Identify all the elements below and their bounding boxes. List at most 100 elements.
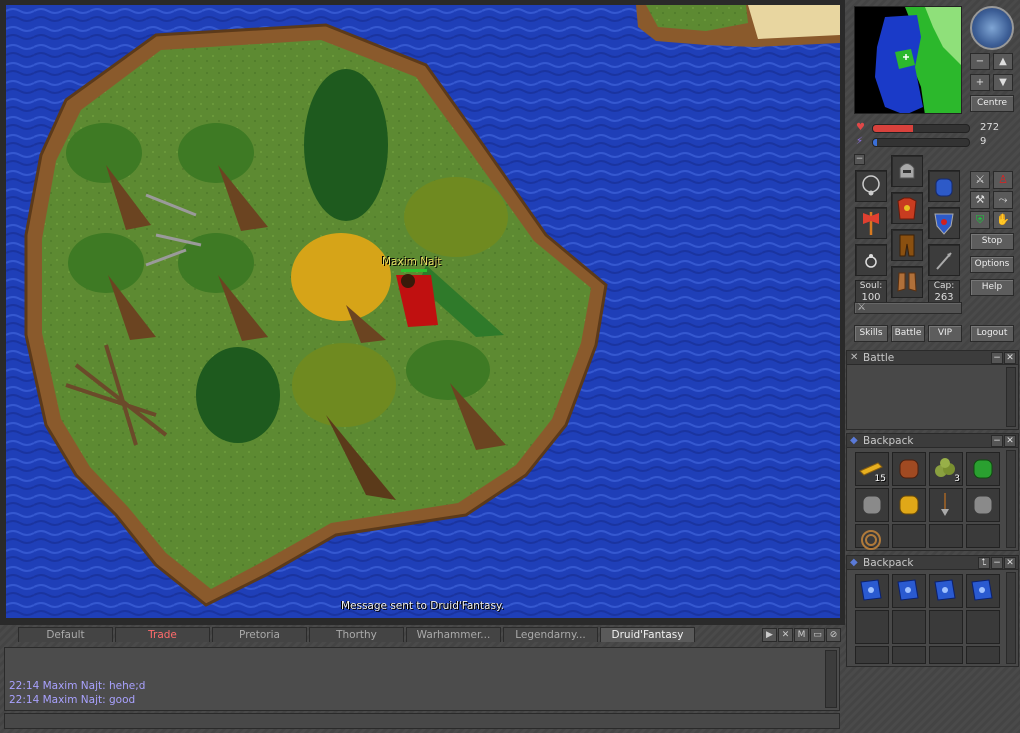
backpack-item-slot[interactable] xyxy=(855,646,889,664)
battle-button[interactable]: Battle xyxy=(891,325,925,342)
zoom-in-icon[interactable]: + xyxy=(970,74,990,91)
close-channel-button[interactable]: ✕ xyxy=(778,628,793,642)
player-health-bar xyxy=(401,269,427,272)
options-button[interactable]: Options xyxy=(970,256,1014,273)
open-channel-button[interactable]: ▭ xyxy=(810,628,825,642)
blue-rune-icon xyxy=(971,579,993,601)
next-channel-button[interactable]: ▶ xyxy=(762,628,777,642)
vip-button[interactable]: VIP xyxy=(928,325,962,342)
floor-up-icon[interactable]: ▲ xyxy=(993,53,1013,70)
close-icon[interactable]: ✕ xyxy=(1004,435,1016,447)
floor-down-icon[interactable]: ▼ xyxy=(993,74,1013,91)
player-name-label: Maxim Najt xyxy=(382,256,442,268)
secure-mode-icon[interactable]: ✋ xyxy=(993,211,1013,229)
backpack-item-slot[interactable] xyxy=(855,488,889,522)
backpack-scrollbar[interactable] xyxy=(1006,450,1016,548)
backpack-item-slot[interactable] xyxy=(892,452,926,486)
backpack-item-slot[interactable] xyxy=(892,574,926,608)
chat-scrollbar[interactable] xyxy=(825,650,837,708)
backpack-item-slot[interactable] xyxy=(966,610,1000,644)
weapon-slot[interactable] xyxy=(855,207,887,239)
help-button[interactable]: Help xyxy=(970,279,1014,296)
helmet-slot[interactable] xyxy=(891,155,923,187)
battle-scrollbar[interactable] xyxy=(1006,367,1016,427)
chat-tab-warhammer[interactable]: Warhammer... xyxy=(406,627,501,642)
backpack-titlebar[interactable]: ◆ Backpack ⮤ − ✕ xyxy=(847,556,1018,570)
ammo-slot[interactable] xyxy=(928,244,960,276)
chat-tab-default[interactable]: Default xyxy=(18,627,113,642)
backpack-item-slot[interactable] xyxy=(929,524,963,548)
compass-icon[interactable] xyxy=(970,6,1014,50)
legs-icon xyxy=(899,234,915,257)
player-health-fill xyxy=(401,269,427,272)
backpack-item-slot[interactable]: 15 xyxy=(855,452,889,486)
mana-row: ⚡ 9 xyxy=(854,136,1014,148)
close-icon[interactable]: ✕ xyxy=(1004,557,1016,569)
olive-tree[interactable] xyxy=(404,177,508,257)
centre-button[interactable]: Centre xyxy=(970,95,1014,112)
minimize-icon[interactable]: − xyxy=(991,557,1003,569)
minimap[interactable] xyxy=(854,6,962,114)
backpack-item-slot[interactable] xyxy=(929,488,963,522)
defensive-mode-icon[interactable]: ⛨ xyxy=(970,211,990,229)
backpack-item-slot[interactable] xyxy=(892,646,926,664)
chat-tab-thorthy[interactable]: Thorthy xyxy=(309,627,404,642)
stop-button[interactable]: Stop xyxy=(970,233,1014,250)
backpack-item-slot[interactable] xyxy=(892,488,926,522)
minimize-icon[interactable]: − xyxy=(991,435,1003,447)
backpack-titlebar[interactable]: ◆ Backpack − ✕ xyxy=(847,434,1018,448)
backpack-item-slot[interactable] xyxy=(855,610,889,644)
backpack-item-slot[interactable]: 3 xyxy=(929,452,963,486)
backpack-item-slot[interactable] xyxy=(855,574,889,608)
backpack-item-slot[interactable] xyxy=(966,488,1000,522)
close-icon[interactable]: ✕ xyxy=(1004,352,1016,364)
offensive-mode-icon[interactable]: ⚔ xyxy=(970,171,990,189)
grey-backpack-icon xyxy=(862,495,882,515)
shield-slot[interactable] xyxy=(928,207,960,239)
zoom-out-icon[interactable]: − xyxy=(970,53,990,70)
server-log-button[interactable]: M xyxy=(794,628,809,642)
game-map[interactable]: Maxim Najt xyxy=(6,5,840,618)
backpack-item-slot[interactable] xyxy=(892,610,926,644)
blue-backpack-icon xyxy=(935,178,953,197)
logout-button[interactable]: Logout xyxy=(970,325,1014,342)
blue-rune-icon xyxy=(934,579,956,601)
balanced-mode-icon[interactable]: ⚒ xyxy=(970,191,990,209)
chat-message: 22:14 Maxim Najt: hehe;d xyxy=(9,680,146,692)
blue-rune-icon xyxy=(860,579,882,601)
parent-container-icon[interactable]: ⮤ xyxy=(978,557,990,569)
backpack-scrollbar[interactable] xyxy=(1006,572,1016,664)
backpack-item-slot[interactable] xyxy=(966,646,1000,664)
ignore-list-button[interactable]: ⊘ xyxy=(826,628,841,642)
backpack-item-slot[interactable] xyxy=(966,452,1000,486)
amulet-slot[interactable] xyxy=(855,170,887,202)
backpack-item-slot[interactable] xyxy=(929,610,963,644)
skills-button[interactable]: Skills xyxy=(854,325,888,342)
armor-slot[interactable] xyxy=(891,192,923,224)
ring-slot[interactable] xyxy=(855,244,887,276)
minimize-inventory-icon[interactable]: − xyxy=(854,154,865,165)
battle-window-titlebar[interactable]: ✕ Battle − ✕ xyxy=(847,351,1018,365)
legs-slot[interactable] xyxy=(891,229,923,261)
chat-tab-trade[interactable]: Trade xyxy=(115,627,210,642)
chat-tab-legendarny[interactable]: Legendarny... xyxy=(503,627,598,642)
stand-still-icon[interactable]: ♙ xyxy=(993,171,1013,189)
chat-tab-druid-fantasy[interactable]: Druid'Fantasy xyxy=(600,627,695,642)
chat-input[interactable] xyxy=(4,713,840,729)
follow-target-icon[interactable]: ⤳ xyxy=(993,191,1013,209)
fir-tree[interactable] xyxy=(304,69,388,221)
backpack-item-slot[interactable] xyxy=(929,646,963,664)
backpack-item-slot[interactable] xyxy=(966,574,1000,608)
backpack-item-slot[interactable] xyxy=(855,524,889,550)
fir-tree[interactable] xyxy=(196,347,280,443)
backpack-item-slot[interactable] xyxy=(966,524,1000,548)
chat-tab-pretoria[interactable]: Pretoria xyxy=(212,627,307,642)
boots-slot[interactable] xyxy=(891,266,923,298)
backpack-icon: ◆ xyxy=(850,435,858,446)
crossed-swords-icon: ✕ xyxy=(850,352,859,363)
backpack-item-slot[interactable] xyxy=(892,524,926,548)
backpack-item-slot[interactable] xyxy=(929,574,963,608)
backpack-slot[interactable] xyxy=(928,170,960,202)
status-message: Message sent to Druid'Fantasy. xyxy=(340,600,505,612)
minimize-icon[interactable]: − xyxy=(991,352,1003,364)
